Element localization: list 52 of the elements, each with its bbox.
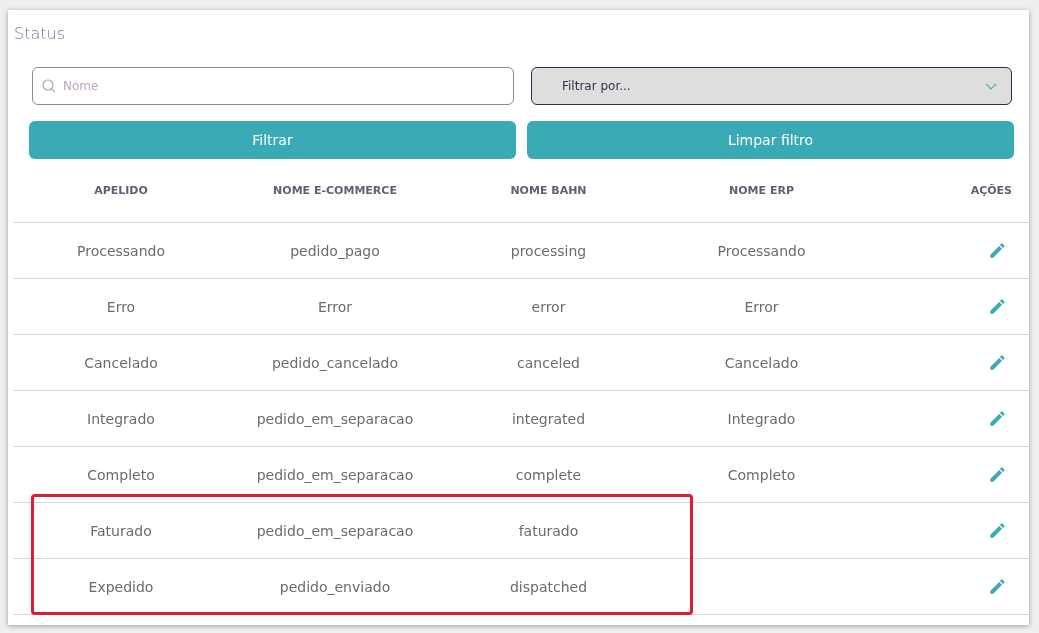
table-cell-text: pedido_em_separacao bbox=[255, 522, 415, 539]
edit-button[interactable] bbox=[988, 241, 1007, 260]
table-cell-text: Integrado bbox=[86, 410, 156, 427]
column-header: NOME BAHN bbox=[509, 184, 588, 197]
pencil-icon bbox=[988, 521, 1007, 540]
table-cell-text: processing bbox=[509, 242, 588, 259]
table-cell-text: pedido_enviado bbox=[278, 578, 392, 595]
search-field[interactable]: Nome bbox=[32, 67, 514, 105]
edit-button[interactable] bbox=[988, 465, 1007, 484]
table-cell-text: Integrado bbox=[726, 410, 797, 427]
table-cell-text: Cancelado bbox=[723, 354, 800, 371]
clear-filter-button[interactable]: Limpar filtro bbox=[527, 121, 1014, 159]
table-cell-text: Processando bbox=[716, 242, 807, 259]
table-cell-text: canceled bbox=[516, 354, 581, 371]
pencil-icon bbox=[988, 409, 1007, 428]
column-header: NOME E-COMMERCE bbox=[272, 184, 398, 197]
pencil-icon bbox=[988, 577, 1007, 596]
table-cell-text: Faturado bbox=[89, 522, 153, 539]
table-cell-text: pedido_cancelado bbox=[270, 354, 400, 371]
table-cell-text: faturado bbox=[517, 522, 580, 539]
table-cell-text: Completo bbox=[86, 466, 156, 483]
table-cell-text: Processando bbox=[76, 242, 166, 259]
column-header: NOME ERP bbox=[728, 184, 795, 197]
table-cell-text: error bbox=[530, 298, 567, 315]
table-cell-text: dispatched bbox=[508, 578, 589, 595]
table-cell-text: complete bbox=[514, 466, 583, 483]
table-cell-text: Error bbox=[743, 298, 780, 315]
table-cell-text: pedido_em_separacao bbox=[255, 466, 415, 483]
table-cell-text: Completo bbox=[726, 466, 797, 483]
pencil-icon bbox=[988, 241, 1007, 260]
table-cell-text: pedido_em_separacao bbox=[255, 410, 415, 427]
edit-button[interactable] bbox=[988, 409, 1007, 428]
table-cell-text: Cancelado bbox=[83, 354, 159, 371]
table-cell-text: Error bbox=[316, 298, 354, 315]
chevron-down-icon bbox=[985, 82, 997, 90]
pencil-icon bbox=[988, 353, 1007, 372]
table-cell-text: Expedido bbox=[87, 578, 155, 595]
edit-button[interactable] bbox=[988, 521, 1007, 540]
table-cell-text: Erro bbox=[105, 298, 137, 315]
edit-button[interactable] bbox=[988, 577, 1007, 596]
filter-button[interactable]: Filtrar bbox=[29, 121, 516, 159]
page-title: Status bbox=[14, 24, 66, 43]
edit-button[interactable] bbox=[988, 297, 1007, 316]
column-header: AÇÕES bbox=[969, 184, 1013, 197]
pencil-icon bbox=[988, 465, 1007, 484]
table-cell-text: pedido_pago bbox=[289, 242, 381, 259]
pencil-icon bbox=[988, 297, 1007, 316]
table-cell-text: integrated bbox=[510, 410, 587, 427]
column-header: APELIDO bbox=[93, 184, 149, 197]
edit-button[interactable] bbox=[988, 353, 1007, 372]
search-icon bbox=[42, 79, 56, 93]
filter-dropdown[interactable]: Filtrar por... bbox=[531, 67, 1012, 105]
